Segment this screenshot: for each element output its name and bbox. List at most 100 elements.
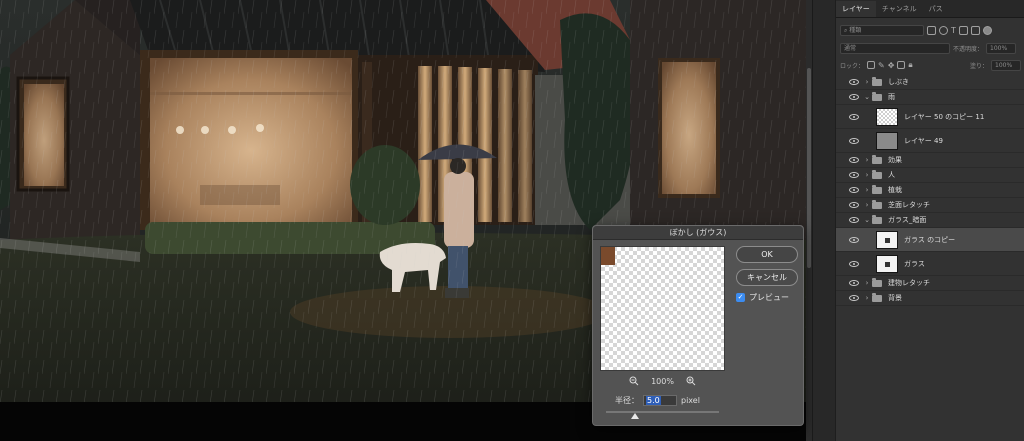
layer-group-row[interactable]: › 芝面レタッチ bbox=[836, 198, 1024, 213]
tab-paths[interactable]: パス bbox=[923, 1, 949, 17]
layer-group-row[interactable]: ⌄ ガラス_暗面 bbox=[836, 213, 1024, 228]
ok-button[interactable]: OK bbox=[736, 246, 798, 263]
fill-input[interactable]: 100% bbox=[991, 59, 1021, 71]
zoom-out-icon[interactable] bbox=[629, 376, 639, 386]
lock-paint-icon[interactable]: ✎ bbox=[878, 61, 885, 70]
preview-checkbox[interactable]: ✓ bbox=[736, 293, 745, 302]
layer-group-row[interactable]: › 植栽 bbox=[836, 183, 1024, 198]
layer-row[interactable]: レイヤー 49 bbox=[836, 129, 1024, 153]
radius-input[interactable]: 5.0 bbox=[643, 395, 677, 406]
layer-name: 建物レタッチ bbox=[888, 279, 930, 287]
layer-row[interactable]: レイヤー 50 のコピー 11 bbox=[836, 105, 1024, 129]
chevron-down-icon[interactable]: ⌄ bbox=[864, 216, 870, 224]
lock-all-icon[interactable]: 🔒︎ bbox=[908, 60, 912, 70]
layers-panel: レイヤー チャンネル パス ⌕ 種類 T 通常 不透明度： 100% ロック： … bbox=[835, 0, 1024, 441]
filter-shape-icon[interactable] bbox=[958, 25, 968, 35]
folder-icon bbox=[872, 277, 882, 287]
layer-name: レイヤー 50 のコピー 11 bbox=[904, 112, 985, 121]
visibility-eye-icon[interactable] bbox=[849, 137, 859, 144]
folder-icon bbox=[872, 154, 882, 164]
filter-pixel-icon[interactable] bbox=[927, 25, 936, 35]
gaussian-blur-dialog: ぼかし (ガウス) OK キャンセル ✓ プレビュー 100% 半径： 5.0 … bbox=[592, 225, 804, 426]
folder-icon bbox=[872, 214, 882, 224]
visibility-eye-icon[interactable] bbox=[849, 113, 859, 120]
cancel-button[interactable]: キャンセル bbox=[736, 269, 798, 286]
preview-toggle[interactable]: ✓ プレビュー bbox=[736, 292, 789, 303]
layer-group-row[interactable]: ⌄ 雨 bbox=[836, 90, 1024, 105]
filter-row: ⌕ 種類 T bbox=[840, 24, 1021, 36]
blend-mode-select[interactable]: 通常 bbox=[840, 42, 950, 54]
filter-adjustment-icon[interactable] bbox=[939, 25, 948, 35]
radius-unit: pixel bbox=[681, 396, 700, 405]
layer-filter-select[interactable]: ⌕ 種類 bbox=[840, 24, 924, 36]
photoshop-window: ぼかし (ガウス) OK キャンセル ✓ プレビュー 100% 半径： 5.0 … bbox=[0, 0, 1024, 441]
radius-slider-thumb[interactable] bbox=[631, 413, 639, 419]
opacity-input[interactable]: 100% bbox=[986, 42, 1017, 54]
layer-name: 植栽 bbox=[888, 186, 902, 194]
lock-label: ロック： bbox=[840, 62, 865, 70]
radius-slider[interactable] bbox=[606, 411, 719, 413]
radius-value: 5.0 bbox=[646, 396, 661, 405]
tab-layers[interactable]: レイヤー bbox=[836, 1, 876, 17]
layer-name: ガラス のコピー bbox=[904, 235, 956, 244]
preview-label: プレビュー bbox=[749, 293, 789, 302]
fill-label: 塗り： bbox=[969, 62, 988, 70]
opacity-label: 不透明度： bbox=[953, 45, 984, 53]
visibility-eye-icon[interactable] bbox=[849, 157, 859, 163]
visibility-eye-icon[interactable] bbox=[849, 236, 859, 243]
folder-icon bbox=[872, 292, 882, 302]
chevron-down-icon[interactable]: ⌄ bbox=[864, 93, 870, 101]
visibility-eye-icon[interactable] bbox=[849, 94, 859, 100]
visibility-eye-icon[interactable] bbox=[849, 202, 859, 208]
layer-group-row[interactable]: › しぶき bbox=[836, 75, 1024, 90]
filter-smart-object-icon[interactable] bbox=[970, 25, 980, 35]
layer-name: 人 bbox=[888, 171, 895, 179]
layer-thumbnail bbox=[876, 231, 898, 249]
visibility-eye-icon[interactable] bbox=[849, 187, 859, 193]
visibility-eye-icon[interactable] bbox=[849, 295, 859, 301]
chevron-right-icon[interactable]: › bbox=[864, 186, 870, 194]
visibility-eye-icon[interactable] bbox=[849, 280, 859, 286]
layer-group-row[interactable]: › 背景 bbox=[836, 291, 1024, 306]
layer-name: 効果 bbox=[888, 156, 902, 164]
chevron-right-icon[interactable]: › bbox=[864, 78, 870, 86]
layer-group-row[interactable]: › 効果 bbox=[836, 153, 1024, 168]
chevron-right-icon[interactable]: › bbox=[864, 156, 870, 164]
chevron-right-icon[interactable]: › bbox=[864, 294, 870, 302]
preview-image-fragment bbox=[601, 247, 615, 265]
folder-icon bbox=[872, 184, 882, 194]
visibility-eye-icon[interactable] bbox=[849, 217, 859, 223]
filter-type-icon[interactable]: T bbox=[951, 26, 956, 35]
lock-transparent-icon[interactable] bbox=[867, 61, 876, 69]
visibility-eye-icon[interactable] bbox=[849, 79, 859, 85]
canvas-scroll-thumb[interactable] bbox=[807, 68, 811, 268]
layer-group-row[interactable]: › 建物レタッチ bbox=[836, 276, 1024, 291]
layer-name: ガラス bbox=[904, 259, 925, 268]
chevron-right-icon[interactable]: › bbox=[864, 201, 870, 209]
layer-group-row[interactable]: › 人 bbox=[836, 168, 1024, 183]
lock-artboard-icon[interactable] bbox=[897, 61, 906, 69]
chevron-right-icon[interactable]: › bbox=[864, 171, 870, 179]
lock-row: ロック： ✎ ✥ 🔒︎ 塗り： 100% bbox=[840, 59, 1021, 71]
zoom-in-icon[interactable] bbox=[686, 376, 696, 386]
blur-preview-area[interactable] bbox=[600, 246, 725, 371]
layer-row-selected[interactable]: ガラス のコピー bbox=[836, 228, 1024, 252]
zoom-level: 100% bbox=[651, 376, 674, 386]
layer-thumbnail bbox=[876, 108, 898, 126]
radius-row: 半径： 5.0 pixel bbox=[615, 395, 700, 406]
zoom-controls: 100% bbox=[600, 376, 725, 386]
filter-kind-label: 種類 bbox=[849, 26, 862, 34]
search-icon: ⌕ bbox=[844, 26, 848, 34]
chevron-right-icon[interactable]: › bbox=[864, 279, 870, 287]
tab-channels[interactable]: チャンネル bbox=[876, 1, 923, 17]
visibility-eye-icon[interactable] bbox=[849, 172, 859, 178]
layer-thumbnail bbox=[876, 255, 898, 273]
visibility-eye-icon[interactable] bbox=[849, 260, 859, 267]
lock-move-icon[interactable]: ✥ bbox=[888, 61, 895, 70]
folder-icon bbox=[872, 91, 882, 101]
panel-tabs: レイヤー チャンネル パス bbox=[836, 0, 1024, 18]
filter-toggle-icon[interactable] bbox=[982, 25, 992, 35]
layer-name: 芝面レタッチ bbox=[888, 201, 930, 209]
layer-row[interactable]: ガラス bbox=[836, 252, 1024, 276]
dialog-title[interactable]: ぼかし (ガウス) bbox=[593, 226, 803, 240]
